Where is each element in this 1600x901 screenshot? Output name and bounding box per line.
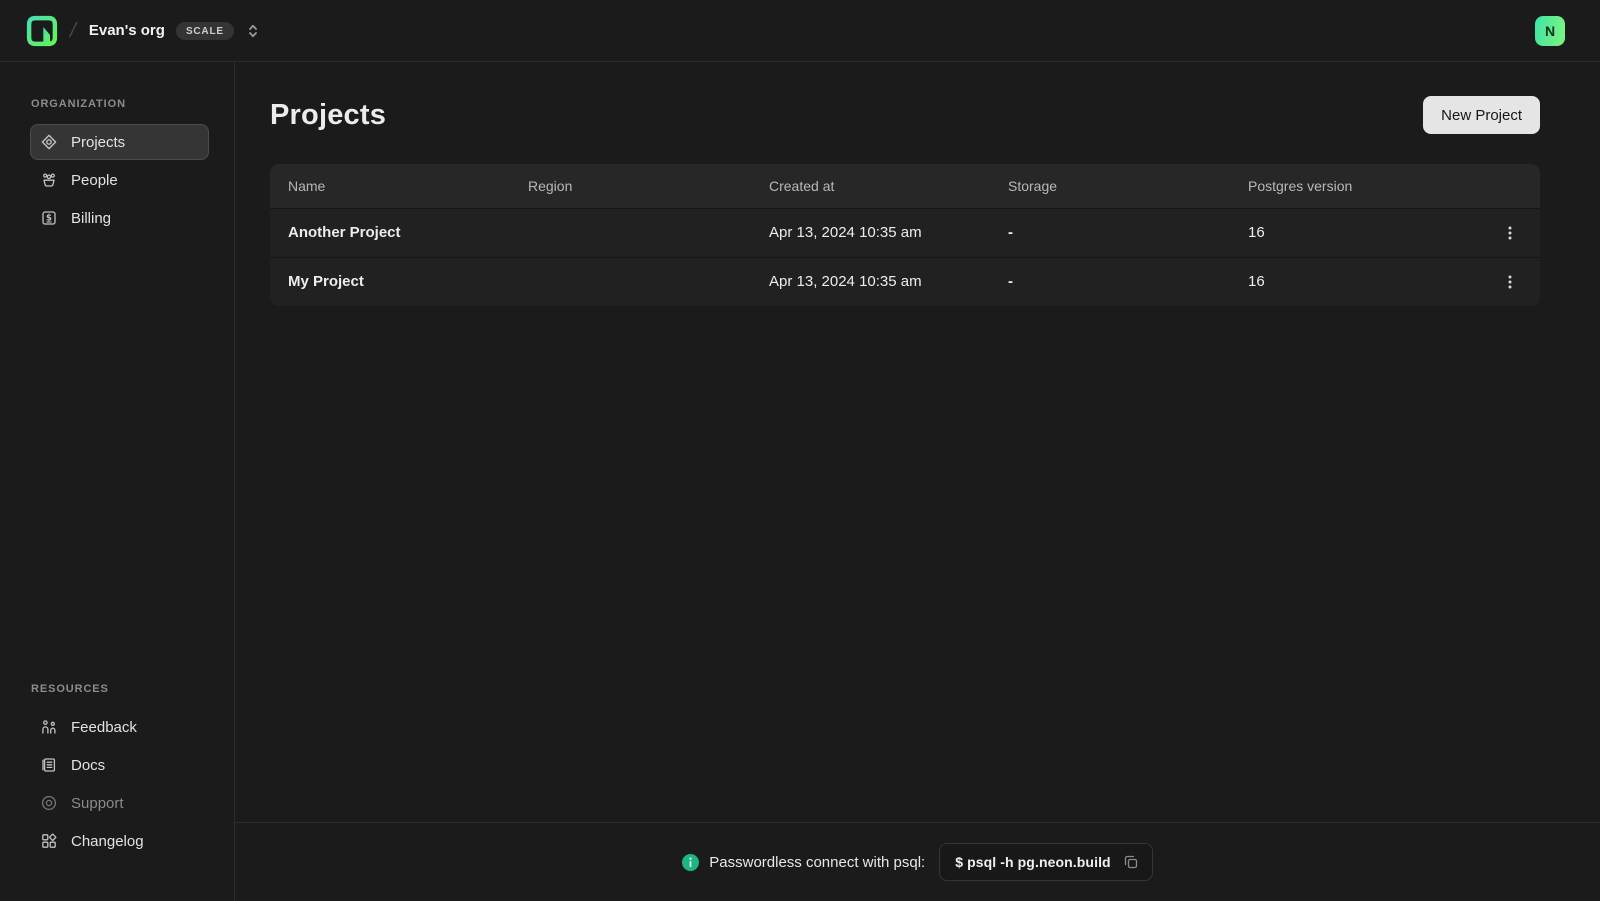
sidebar-item-label: People — [71, 172, 118, 189]
project-storage-cell[interactable]: - — [990, 208, 1230, 257]
row-actions-button[interactable] — [1497, 268, 1523, 296]
sidebar-item-changelog[interactable]: Changelog — [30, 823, 209, 859]
project-region-cell[interactable] — [510, 208, 751, 257]
sidebar-item-billing[interactable]: $ Billing — [30, 200, 209, 236]
user-avatar[interactable]: N — [1535, 16, 1565, 46]
psql-command-box[interactable]: $ psql -h pg.neon.build — [939, 843, 1153, 881]
sidebar-item-label: Support — [71, 795, 124, 812]
sidebar: ORGANIZATION Projects People — [0, 62, 235, 901]
kebab-menu-icon — [1503, 274, 1517, 290]
table-row[interactable]: Another Project Apr 13, 2024 10:35 am - … — [270, 208, 1540, 257]
sidebar-item-people[interactable]: People — [30, 162, 209, 198]
changelog-icon — [40, 832, 58, 850]
feedback-icon — [40, 718, 58, 736]
sidebar-item-support[interactable]: Support — [30, 785, 209, 821]
sidebar-item-docs[interactable]: Docs — [30, 747, 209, 783]
projects-table: Name Region Created at Storage Postgres … — [270, 164, 1540, 306]
sidebar-item-label: Feedback — [71, 719, 137, 736]
table-row[interactable]: My Project Apr 13, 2024 10:35 am - 16 — [270, 257, 1540, 306]
docs-icon — [40, 756, 58, 774]
chevron-up-down-icon — [246, 23, 260, 39]
psql-footer: Passwordless connect with psql: $ psql -… — [235, 822, 1600, 901]
sidebar-item-label: Docs — [71, 757, 105, 774]
table-header-row: Name Region Created at Storage Postgres … — [270, 164, 1540, 208]
plan-badge: SCALE — [176, 22, 234, 40]
psql-footer-message: Passwordless connect with psql: — [709, 854, 925, 871]
psql-command: $ psql -h pg.neon.build — [955, 854, 1111, 870]
people-icon — [40, 171, 58, 189]
topbar: / Evan's org SCALE N — [0, 0, 1600, 62]
column-header-region: Region — [510, 164, 751, 208]
sidebar-item-label: Projects — [71, 134, 125, 151]
project-name-cell[interactable]: Another Project — [270, 208, 510, 257]
row-actions-button[interactable] — [1497, 219, 1523, 247]
breadcrumb-separator: / — [67, 19, 78, 43]
org-name[interactable]: Evan's org — [89, 22, 165, 39]
billing-icon: $ — [40, 209, 58, 227]
page-title: Projects — [270, 99, 386, 132]
project-version-cell[interactable]: 16 — [1230, 257, 1480, 306]
sidebar-item-label: Billing — [71, 210, 111, 227]
main-area: Projects New Project Name Region Created… — [235, 62, 1600, 901]
section-label-organization: ORGANIZATION — [30, 98, 204, 110]
projects-icon — [40, 133, 58, 151]
kebab-menu-icon — [1503, 225, 1517, 241]
project-version-cell[interactable]: 16 — [1230, 208, 1480, 257]
column-header-actions — [1480, 164, 1540, 208]
project-storage-cell[interactable]: - — [990, 257, 1230, 306]
column-header-name: Name — [270, 164, 510, 208]
info-icon — [682, 854, 699, 871]
copy-button[interactable] — [1123, 854, 1139, 870]
sidebar-resources-section: RESOURCES Feedback — [30, 683, 204, 861]
project-created-cell[interactable]: Apr 13, 2024 10:35 am — [751, 208, 990, 257]
support-icon — [40, 794, 58, 812]
new-project-button[interactable]: New Project — [1423, 96, 1540, 134]
copy-icon — [1123, 854, 1139, 870]
org-switcher-button[interactable] — [246, 23, 260, 39]
project-actions-cell — [1480, 257, 1540, 306]
column-header-storage: Storage — [990, 164, 1230, 208]
column-header-created-at: Created at — [751, 164, 990, 208]
sidebar-item-feedback[interactable]: Feedback — [30, 709, 209, 745]
sidebar-item-projects[interactable]: Projects — [30, 124, 209, 160]
project-created-cell[interactable]: Apr 13, 2024 10:35 am — [751, 257, 990, 306]
neon-logo-icon[interactable] — [26, 15, 58, 47]
column-header-postgres-version: Postgres version — [1230, 164, 1480, 208]
project-name-cell[interactable]: My Project — [270, 257, 510, 306]
section-label-resources: RESOURCES — [30, 683, 204, 695]
project-actions-cell — [1480, 208, 1540, 257]
project-region-cell[interactable] — [510, 257, 751, 306]
sidebar-item-label: Changelog — [71, 833, 144, 850]
